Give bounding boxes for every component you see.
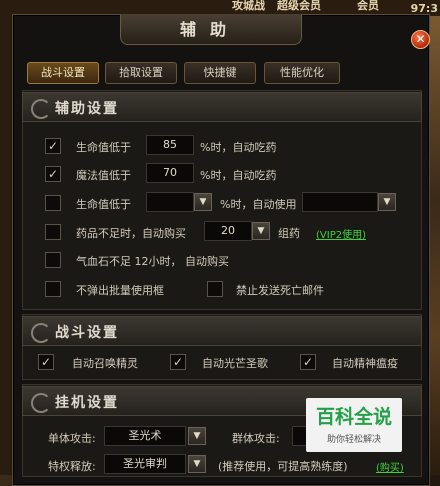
auto-buy-suffix: 组药 xyxy=(278,227,300,240)
mp-suffix: %时，自动吃药 xyxy=(200,169,277,182)
chevron-down-icon[interactable]: ▼ xyxy=(252,222,270,240)
swirl-icon xyxy=(31,323,51,343)
tab-combat-settings[interactable]: 战斗设置 xyxy=(27,62,99,84)
hp-use-threshold-select[interactable] xyxy=(146,192,194,212)
top-item-super-vip[interactable]: 超级会员 xyxy=(277,0,321,13)
hp-threshold-input[interactable]: 85 xyxy=(146,135,194,155)
chevron-down-icon[interactable]: ▼ xyxy=(188,427,206,445)
hp-label: 生命值低于 xyxy=(76,141,131,154)
single-attack-select[interactable]: 圣光术 xyxy=(104,426,186,446)
hp-use-suffix: %时，自动使用 xyxy=(220,198,297,211)
auto-buy-label: 药品不足时，自动购买 xyxy=(76,227,186,240)
window-title: 辅助 xyxy=(179,20,240,39)
hp-use-item-select[interactable] xyxy=(302,192,378,212)
summon-spirit-checkbox[interactable]: ✓ xyxy=(38,354,54,370)
mp-threshold-input[interactable]: 70 xyxy=(146,163,194,183)
chevron-down-icon[interactable]: ▼ xyxy=(378,193,396,211)
hp-suffix: %时，自动吃药 xyxy=(200,141,277,154)
hp-potion-checkbox[interactable]: ✓ xyxy=(45,138,61,154)
radiance-hymn-label: 自动光芒圣歌 xyxy=(202,357,268,370)
batch-use-label: 不弹出批量使用框 xyxy=(76,284,164,297)
no-death-mail-label: 禁止发送死亡邮件 xyxy=(236,284,324,297)
single-attack-label: 单体攻击: xyxy=(48,432,96,445)
tab-pickup-settings[interactable]: 拾取设置 xyxy=(105,62,177,84)
mind-plague-checkbox[interactable]: ✓ xyxy=(300,354,316,370)
assist-settings-title: 辅助设置 xyxy=(55,101,119,117)
game-scene-left xyxy=(0,16,12,475)
combat-settings-title: 战斗设置 xyxy=(55,325,119,341)
mp-potion-checkbox[interactable]: ✓ xyxy=(45,166,61,182)
combat-settings-header: 战斗设置 xyxy=(22,316,422,346)
watermark-title: 百科全说 xyxy=(315,406,392,428)
group-attack-label: 群体攻击: xyxy=(232,432,280,445)
batch-use-checkbox[interactable] xyxy=(45,281,61,297)
swirl-icon xyxy=(31,99,51,119)
privilege-note: (推荐使用，可提高熟练度) xyxy=(218,460,348,473)
buy-link[interactable]: (购买) xyxy=(376,459,404,474)
blood-stone-label: 气血石不足 12小时， 自动购买 xyxy=(76,255,229,268)
close-icon[interactable]: ✕ xyxy=(411,30,430,49)
privilege-label: 特权释放: xyxy=(48,460,96,473)
auto-buy-checkbox[interactable] xyxy=(45,224,61,240)
hangup-settings-title: 挂机设置 xyxy=(55,395,119,411)
swirl-icon xyxy=(31,393,51,413)
auto-buy-count-select[interactable]: 20 xyxy=(204,221,252,241)
privilege-select[interactable]: 圣光审判 xyxy=(104,454,186,474)
tab-performance[interactable]: 性能优化 xyxy=(264,62,340,84)
no-death-mail-checkbox[interactable] xyxy=(207,281,223,297)
blood-stone-checkbox[interactable] xyxy=(45,252,61,268)
chevron-down-icon[interactable]: ▼ xyxy=(188,455,206,473)
hp-use-checkbox[interactable] xyxy=(45,195,61,211)
chevron-down-icon[interactable]: ▼ xyxy=(194,193,212,211)
top-item-siege[interactable]: 攻城战 xyxy=(232,0,265,13)
vip2-link[interactable]: (VIP2使用) xyxy=(316,226,366,241)
tab-hotkeys[interactable]: 快捷键 xyxy=(184,62,256,84)
radiance-hymn-checkbox[interactable]: ✓ xyxy=(170,354,186,370)
mp-label: 魔法值低于 xyxy=(76,169,131,182)
watermark-logo: 百科全说 助你轻松解决 xyxy=(306,398,402,452)
watermark-subtitle: 助你轻松解决 xyxy=(326,435,381,445)
top-item-vip[interactable]: 会员 xyxy=(357,0,379,13)
mind-plague-label: 自动精神瘟疫 xyxy=(332,357,398,370)
summon-spirit-label: 自动召唤精灵 xyxy=(72,357,138,370)
assist-settings-header: 辅助设置 xyxy=(22,92,422,122)
hp-use-label: 生命值低于 xyxy=(76,198,131,211)
